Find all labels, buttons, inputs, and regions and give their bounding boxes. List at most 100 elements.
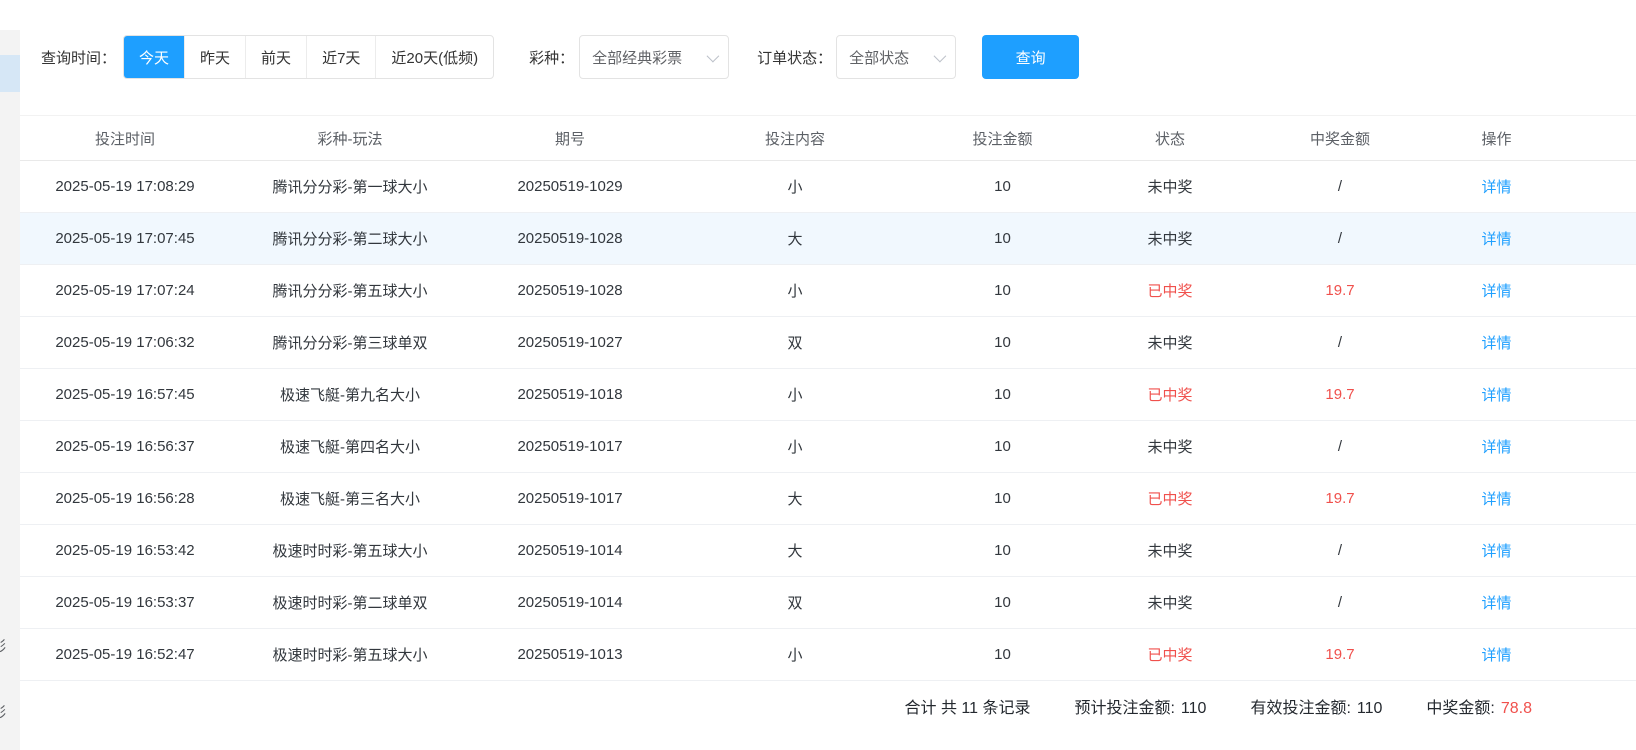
cell-issue-number: 20250519-1017 bbox=[517, 438, 622, 455]
records-table: 投注时间彩种-玩法期号投注内容投注金额状态中奖金额操作 2025-05-19 1… bbox=[20, 115, 1636, 681]
cell-bet-time: 2025-05-19 17:07:45 bbox=[55, 230, 194, 247]
column-header: 操作 bbox=[1425, 116, 1568, 161]
cell-bet-amount: 10 bbox=[994, 646, 1011, 663]
sidebar-active-item-fragment[interactable] bbox=[0, 55, 20, 92]
cell-prize: / bbox=[1338, 178, 1342, 195]
cell-prize: 19.7 bbox=[1325, 282, 1354, 299]
cell-bet-amount: 10 bbox=[994, 386, 1011, 403]
cell-status: 未中奖 bbox=[1147, 543, 1192, 560]
cell-bet-time: 2025-05-19 16:57:45 bbox=[55, 386, 194, 403]
cell-issue-number: 20250519-1028 bbox=[517, 230, 622, 247]
cell-lottery-play: 极速时时彩-第二球单双 bbox=[273, 595, 428, 612]
summary-total: 合计 共 11 条记录 bbox=[905, 694, 1031, 718]
cell-bet-time: 2025-05-19 16:56:37 bbox=[55, 438, 194, 455]
column-header: 中奖金额 bbox=[1255, 116, 1425, 161]
table-row: 2025-05-19 16:52:47极速时时彩-第五球大小20250519-1… bbox=[20, 629, 1636, 681]
detail-link[interactable]: 详情 bbox=[1481, 179, 1511, 196]
cell-status: 未中奖 bbox=[1147, 231, 1192, 248]
cell-prize: 19.7 bbox=[1325, 490, 1354, 507]
summary-label: 有效投注金额: bbox=[1250, 700, 1350, 717]
order-status-value: 全部状态 bbox=[849, 47, 909, 68]
cell-bet-content: 小 bbox=[787, 283, 802, 300]
records-table-wrap: 投注时间彩种-玩法期号投注内容投注金额状态中奖金额操作 2025-05-19 1… bbox=[20, 115, 1636, 681]
table-row: 2025-05-19 17:07:24 腾讯分分彩-第五球大小 20250519-1… bbox=[20, 265, 1636, 317]
time-filter-option[interactable]: 近20天(低频) bbox=[375, 36, 493, 78]
column-header: 期号 bbox=[470, 116, 670, 161]
detail-link[interactable]: 详情 bbox=[1481, 283, 1511, 300]
table-row: 2025-05-19 17:07:45 腾讯分分彩-第二球大小 20250519-1… bbox=[20, 213, 1636, 265]
lottery-type-value: 全部经典彩票 bbox=[592, 47, 682, 68]
sidebar-item-fragment[interactable]: 彩 bbox=[0, 701, 20, 723]
filter-bar: 查询时间： 今天昨天前天近7天近20天(低频) 彩种： 全部经典彩票 订单状态：… bbox=[20, 34, 1636, 80]
cell-prize: 19.7 bbox=[1325, 386, 1354, 403]
summary-label: 中奖金额: bbox=[1426, 700, 1494, 717]
query-button[interactable]: 查询 bbox=[982, 35, 1079, 79]
lottery-type-select[interactable]: 全部经典彩票 bbox=[579, 35, 729, 79]
detail-link[interactable]: 详情 bbox=[1481, 335, 1511, 352]
cell-bet-amount: 10 bbox=[994, 282, 1011, 299]
cell-issue-number: 20250519-1014 bbox=[517, 542, 622, 559]
cell-lottery-play: 极速时时彩-第五球大小 bbox=[273, 647, 428, 664]
detail-link[interactable]: 详情 bbox=[1481, 231, 1511, 248]
time-range-group: 今天昨天前天近7天近20天(低频) bbox=[123, 35, 494, 79]
cell-bet-time: 2025-05-19 17:07:24 bbox=[55, 282, 194, 299]
table-row: 2025-05-19 16:53:37 极速时时彩-第二球单双 20250519-1… bbox=[20, 577, 1636, 629]
cell-bet-content: 大 bbox=[787, 543, 802, 560]
cell-bet-amount: 10 bbox=[994, 594, 1011, 611]
cell-bet-amount: 10 bbox=[994, 178, 1011, 195]
summary-value: 78.8 bbox=[1501, 700, 1532, 717]
detail-link[interactable]: 详情 bbox=[1481, 595, 1511, 612]
cell-bet-time: 2025-05-19 16:52:47 bbox=[55, 646, 194, 663]
main-content: 查询时间： 今天昨天前天近7天近20天(低频) 彩种： 全部经典彩票 订单状态：… bbox=[20, 30, 1636, 731]
summary-valid: 有效投注金额:110 bbox=[1250, 694, 1382, 718]
cell-issue-number: 20250519-1018 bbox=[517, 386, 622, 403]
table-row: 2025-05-19 16:53:42极速时时彩-第五球大小20250519-1… bbox=[20, 525, 1636, 577]
cell-bet-time: 2025-05-19 17:08:29 bbox=[55, 178, 194, 195]
cell-bet-content: 小 bbox=[787, 387, 802, 404]
detail-link[interactable]: 详情 bbox=[1481, 647, 1511, 664]
cell-bet-content: 双 bbox=[787, 595, 802, 612]
cell-bet-content: 小 bbox=[787, 179, 802, 196]
order-status-select[interactable]: 全部状态 bbox=[836, 35, 956, 79]
sidebar-item-fragment[interactable]: 彩 bbox=[0, 635, 20, 657]
lottery-type-label: 彩种： bbox=[529, 47, 574, 68]
time-filter-option[interactable]: 前天 bbox=[245, 36, 306, 78]
cell-lottery-play: 腾讯分分彩-第五球大小 bbox=[273, 283, 428, 300]
table-body: 2025-05-19 17:08:29 腾讯分分彩-第一球大小 20250519-1… bbox=[20, 161, 1636, 681]
table-row: 2025-05-19 16:57:45极速飞艇-第九名大小20250519-10… bbox=[20, 369, 1636, 421]
cell-bet-time: 2025-05-19 16:56:28 bbox=[55, 490, 194, 507]
cell-bet-time: 2025-05-19 16:53:37 bbox=[55, 594, 194, 611]
detail-link[interactable]: 详情 bbox=[1481, 491, 1511, 508]
cell-issue-number: 20250519-1028 bbox=[517, 282, 622, 299]
order-status-label: 订单状态： bbox=[757, 47, 832, 68]
cell-status: 未中奖 bbox=[1147, 335, 1192, 352]
table-row: 2025-05-19 16:56:37 极速飞艇-第四名大小 20250519-10… bbox=[20, 421, 1636, 473]
detail-link[interactable]: 详情 bbox=[1481, 439, 1511, 456]
time-filter-option[interactable]: 昨天 bbox=[184, 36, 245, 78]
time-filter-option[interactable]: 近7天 bbox=[306, 36, 375, 78]
cell-bet-time: 2025-05-19 17:06:32 bbox=[55, 334, 194, 351]
summary-label: 预计投注金额: bbox=[1074, 700, 1174, 717]
column-header: 彩种-玩法 bbox=[230, 116, 470, 161]
cell-issue-number: 20250519-1014 bbox=[517, 594, 622, 611]
detail-link[interactable]: 详情 bbox=[1481, 543, 1511, 560]
cell-bet-content: 大 bbox=[787, 491, 802, 508]
table-row: 2025-05-19 16:56:28极速飞艇-第三名大小20250519-10… bbox=[20, 473, 1636, 525]
cell-status: 已中奖 bbox=[1147, 283, 1192, 300]
table-row: 2025-05-19 17:08:29腾讯分分彩-第一球大小20250519-1… bbox=[20, 161, 1636, 213]
cell-prize: / bbox=[1338, 334, 1342, 351]
table-header-row: 投注时间彩种-玩法期号投注内容投注金额状态中奖金额操作 bbox=[20, 116, 1636, 161]
cell-status: 已中奖 bbox=[1147, 387, 1192, 404]
table-row: 2025-05-19 17:06:32腾讯分分彩-第三球单双20250519-1… bbox=[20, 317, 1636, 369]
cell-lottery-play: 腾讯分分彩-第一球大小 bbox=[273, 179, 428, 196]
cell-issue-number: 20250519-1017 bbox=[517, 490, 622, 507]
cell-bet-amount: 10 bbox=[994, 542, 1011, 559]
detail-link[interactable]: 详情 bbox=[1481, 387, 1511, 404]
cell-lottery-play: 腾讯分分彩-第二球大小 bbox=[273, 231, 428, 248]
cell-bet-amount: 10 bbox=[994, 334, 1011, 351]
cell-prize: / bbox=[1338, 230, 1342, 247]
collapsed-sidebar: 彩 彩 bbox=[0, 30, 20, 750]
cell-lottery-play: 极速飞艇-第四名大小 bbox=[280, 439, 420, 456]
time-filter-option[interactable]: 今天 bbox=[124, 36, 184, 78]
cell-bet-content: 双 bbox=[787, 335, 802, 352]
